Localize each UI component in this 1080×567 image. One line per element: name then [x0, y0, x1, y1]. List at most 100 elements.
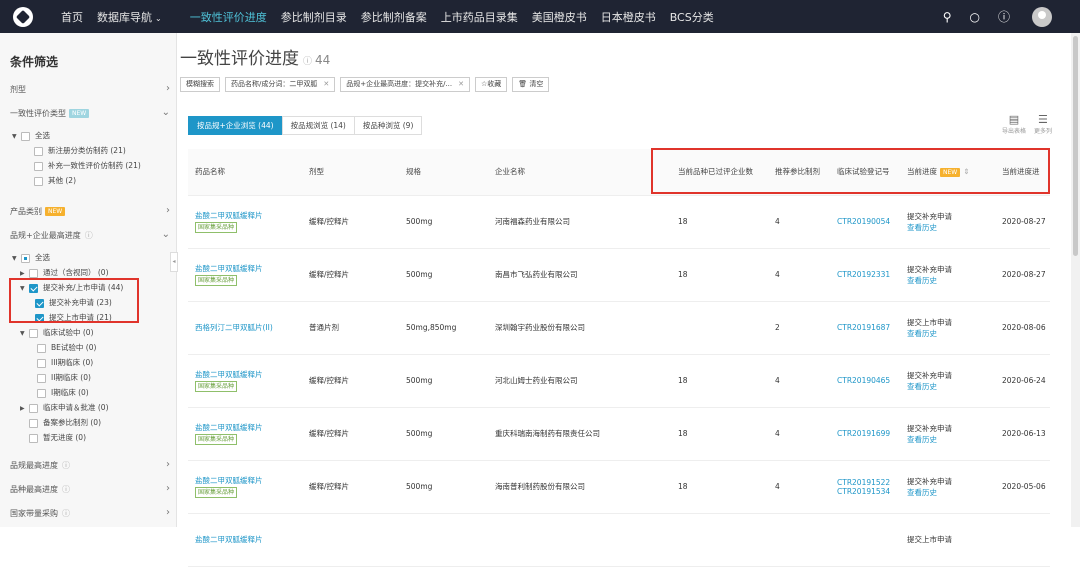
view-history-link[interactable]: 查看历史 — [907, 328, 995, 339]
bulb-icon[interactable]: ○ — [970, 10, 980, 24]
nav-ref-catalog[interactable]: 参比制剂目录 — [281, 9, 347, 25]
more-columns-button[interactable]: ☰ 更多列 — [1034, 113, 1052, 135]
col-drug-name[interactable]: 药品名称 — [188, 149, 302, 196]
col-spec[interactable]: 规格 — [399, 149, 488, 196]
nav-jp-orange-book[interactable]: 日本橙皮书 — [601, 9, 656, 25]
drug-name-link[interactable]: 盐酸二甲双胍缓释片 — [195, 422, 302, 433]
nav-bcs[interactable]: BCS分类 — [670, 9, 714, 25]
checkbox[interactable] — [29, 403, 38, 413]
checkbox[interactable] — [21, 253, 30, 263]
ctr-link[interactable]: CTR20191522 — [837, 478, 900, 487]
search-icon[interactable]: ⚲ — [943, 10, 952, 24]
nav-us-orange-book[interactable]: 美国橙皮书 — [532, 9, 587, 25]
ctr-link[interactable]: CTR20191534 — [837, 487, 900, 496]
cell-passed-count[interactable] — [671, 301, 768, 355]
col-company[interactable]: 企业名称 — [488, 149, 671, 196]
tab-by-spec-company[interactable]: 按品规+企业浏览 (44) — [188, 116, 283, 135]
close-icon[interactable]: ✕ — [323, 80, 329, 88]
cell-ref-drug[interactable]: 2 — [768, 301, 830, 355]
tree-progress-ref-filing[interactable]: 备案参比制剂 (0) — [29, 417, 101, 428]
cell-ref-drug[interactable]: 4 — [768, 354, 830, 408]
help-icon[interactable]: ⓘ — [85, 231, 93, 240]
cell-passed-count[interactable]: 18 — [671, 248, 768, 302]
drug-name-link[interactable]: 西格列汀二甲双胍片(II) — [195, 322, 302, 333]
close-icon[interactable]: ✕ — [458, 80, 464, 88]
tab-by-variety[interactable]: 按品种浏览 (9) — [353, 116, 423, 135]
checkbox[interactable] — [37, 343, 46, 353]
checkbox[interactable] — [34, 146, 43, 156]
col-dosage[interactable]: 剂型 — [302, 149, 399, 196]
ctr-link[interactable]: CTR20191687 — [837, 323, 900, 332]
cell-passed-count[interactable]: 18 — [671, 407, 768, 461]
filter-chip-progress[interactable]: 品规+企业最高进度：提交补充/... ✕ — [340, 77, 471, 92]
cell-passed-count[interactable] — [671, 513, 768, 567]
tree-eval-all[interactable]: ▼ 全选 — [12, 130, 50, 141]
view-history-link[interactable]: 查看历史 — [907, 381, 995, 392]
caret-down-icon[interactable]: ▼ — [12, 133, 21, 140]
cell-ref-drug[interactable]: 4 — [768, 407, 830, 461]
checkbox[interactable] — [29, 328, 38, 338]
tree-progress-p2[interactable]: II期临床 (0) — [37, 372, 91, 383]
tree-progress-clinical[interactable]: ▼ 临床试验中 (0) — [20, 327, 94, 338]
nav-consistency-eval[interactable]: 一致性评价进度 — [190, 9, 267, 25]
avatar[interactable] — [1032, 6, 1052, 27]
filter-product-cat[interactable]: 产品类别 NEW › — [10, 205, 170, 217]
checkbox[interactable] — [21, 131, 30, 141]
filter-progress[interactable]: 品规+企业最高进度 ⓘ ⌄ — [10, 229, 170, 241]
clear-button[interactable]: 🗑 清空 — [512, 77, 550, 92]
checkbox[interactable] — [29, 433, 38, 443]
tree-progress-p3[interactable]: III期临床 (0) — [37, 357, 93, 368]
cell-ref-drug[interactable]: 4 — [768, 460, 830, 514]
drug-name-link[interactable]: 盐酸二甲双胍缓释片 — [195, 210, 302, 221]
filter-procurement[interactable]: 国家带量采购 ⓘ › — [10, 507, 170, 519]
ctr-link[interactable]: CTR20191699 — [837, 429, 900, 438]
checkbox[interactable] — [29, 418, 38, 428]
tree-eval-other[interactable]: 其他 (2) — [34, 175, 76, 186]
cell-ref-drug[interactable]: 4 — [768, 248, 830, 302]
filter-chip-drug-name[interactable]: 药品名称/成分词：二甲双胍 ✕ — [225, 77, 336, 92]
help-icon[interactable]: ⓘ — [62, 485, 70, 494]
filter-eval-type[interactable]: 一致性评价类型 NEW ⌄ — [10, 107, 170, 119]
nav-ref-filing[interactable]: 参比制剂备案 — [361, 9, 427, 25]
drug-name-link[interactable]: 盐酸二甲双胍缓释片 — [195, 475, 302, 486]
view-history-link[interactable]: 查看历史 — [907, 487, 995, 498]
scrollbar-thumb[interactable] — [1073, 36, 1078, 256]
tree-progress-passed[interactable]: ▶ 通过（含视同） (0) — [20, 267, 109, 278]
scrollbar[interactable] — [1071, 33, 1080, 527]
filter-variety-progress[interactable]: 品种最高进度 ⓘ › — [10, 483, 170, 495]
view-history-link[interactable]: 查看历史 — [907, 222, 995, 233]
tab-by-spec[interactable]: 按品规浏览 (14) — [281, 116, 355, 135]
checkbox[interactable] — [34, 176, 43, 186]
tree-eval-supp[interactable]: 补充一致性评价仿制药 (21) — [34, 160, 141, 171]
tree-progress-none[interactable]: 暂无进度 (0) — [29, 432, 86, 443]
help-icon[interactable]: ⓘ — [62, 461, 70, 470]
help-icon[interactable]: ⓘ — [998, 8, 1010, 25]
tree-progress-be[interactable]: BE试验中 (0) — [37, 342, 96, 353]
drug-name-link[interactable]: 盐酸二甲双胍缓释片 — [195, 263, 302, 274]
checkbox[interactable] — [37, 373, 46, 383]
checkbox[interactable] — [37, 388, 46, 398]
checkbox[interactable] — [29, 268, 38, 278]
nav-home[interactable]: 首页 — [61, 9, 83, 25]
cell-passed-count[interactable]: 18 — [671, 354, 768, 408]
drug-name-link[interactable]: 盐酸二甲双胍缓释片 — [195, 534, 302, 545]
view-history-link[interactable]: 查看历史 — [907, 275, 995, 286]
ctr-link[interactable]: CTR20190465 — [837, 376, 900, 385]
tree-progress-all[interactable]: ▼ 全选 — [12, 252, 50, 263]
checkbox[interactable] — [37, 358, 46, 368]
drug-name-link[interactable]: 盐酸二甲双胍缓释片 — [195, 369, 302, 380]
caret-down-icon[interactable]: ▼ — [12, 255, 21, 262]
nav-listed-drugs[interactable]: 上市药品目录集 — [441, 9, 518, 25]
tree-progress-clin-app[interactable]: ▶ 临床申请＆批准 (0) — [20, 402, 109, 413]
export-table-button[interactable]: ▤ 导出表格 — [1002, 113, 1026, 135]
cell-passed-count[interactable]: 18 — [671, 195, 768, 249]
nav-db-guide[interactable]: 数据库导航 ⌄ — [97, 9, 162, 25]
view-history-link[interactable]: 查看历史 — [907, 434, 995, 445]
favorite-button[interactable]: ☆收藏 — [475, 77, 508, 92]
help-icon[interactable]: ⓘ — [62, 509, 70, 518]
filter-dosage[interactable]: 剂型 › — [10, 83, 170, 95]
filter-spec-progress[interactable]: 品规最高进度 ⓘ › — [10, 459, 170, 471]
fuzzy-search-button[interactable]: 模糊搜索 — [180, 77, 220, 92]
caret-down-icon[interactable]: ▼ — [20, 330, 29, 337]
caret-right-icon[interactable]: ▶ — [20, 405, 29, 412]
